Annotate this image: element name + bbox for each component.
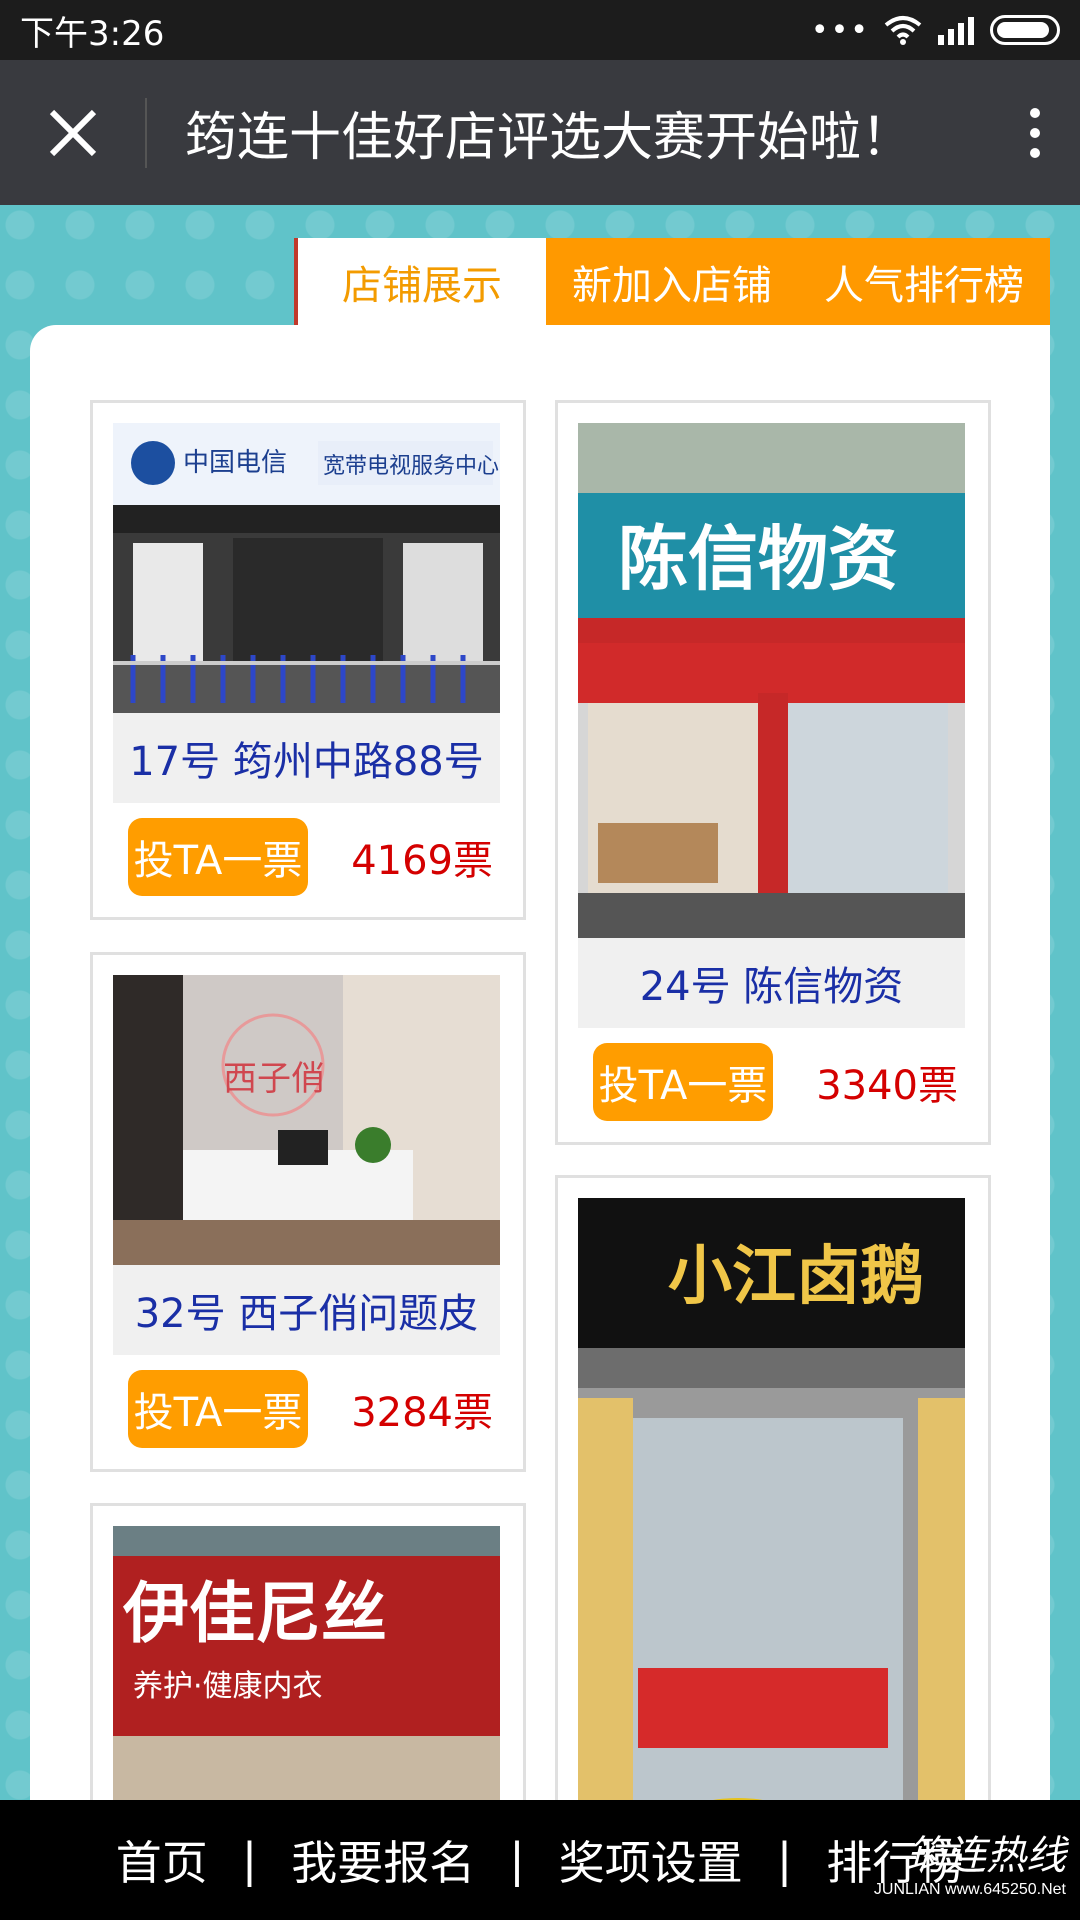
store-photo[interactable]: 陈信物资 bbox=[578, 423, 965, 938]
tab-bar: 店铺展示 新加入店铺 人气排行榜 bbox=[294, 238, 1050, 325]
svg-text:养护·健康内衣: 养护·健康内衣 bbox=[133, 1669, 323, 1704]
store-card[interactable]: 中国电信 宽带电视服务中心 17号 筠州中路88号 投TA一票 4169票 bbox=[90, 400, 526, 920]
more-vertical-icon bbox=[1030, 107, 1040, 118]
svg-text:伊佳尼丝: 伊佳尼丝 bbox=[122, 1575, 387, 1652]
store-caption[interactable]: 17号 筠州中路88号 bbox=[113, 713, 500, 803]
nav-separator: | bbox=[776, 1833, 793, 1887]
store-card[interactable]: 西子俏 32号 西子俏问题皮 投TA一票 3284票 bbox=[90, 952, 526, 1472]
wifi-icon bbox=[884, 16, 922, 45]
store-photo[interactable]: 小江卤鹅 bbox=[578, 1198, 965, 1800]
nav-separator: | bbox=[241, 1833, 258, 1887]
notification-dots-icon: ••• bbox=[810, 12, 870, 48]
store-card[interactable]: 小江卤鹅 bbox=[555, 1175, 991, 1800]
title-bar: 筠连十佳好店评选大赛开始啦！ bbox=[0, 60, 1080, 205]
svg-text:西子俏: 西子俏 bbox=[223, 1059, 325, 1099]
close-icon bbox=[49, 109, 96, 156]
store-caption[interactable]: 32号 西子俏问题皮 bbox=[113, 1265, 500, 1355]
vote-count: 3340票 bbox=[816, 1063, 958, 1109]
tab-new-stores[interactable]: 新加入店铺 bbox=[546, 238, 798, 325]
more-menu-button[interactable] bbox=[990, 60, 1080, 205]
page-title: 筠连十佳好店评选大赛开始啦！ bbox=[185, 108, 914, 168]
close-button[interactable] bbox=[0, 60, 145, 205]
nav-home[interactable]: 首页 bbox=[92, 1827, 232, 1893]
watermark-url: www.645250.Net bbox=[945, 1881, 1066, 1898]
store-caption[interactable]: 24号 陈信物资 bbox=[578, 938, 965, 1028]
signal-icon bbox=[938, 17, 974, 45]
vote-button[interactable]: 投TA一票 bbox=[593, 1043, 773, 1121]
store-photo[interactable]: 中国电信 宽带电视服务中心 bbox=[113, 423, 500, 713]
store-photo[interactable]: 伊佳尼丝 养护·健康内衣 bbox=[113, 1526, 500, 1800]
nav-register[interactable]: 我要报名 bbox=[267, 1827, 499, 1893]
vote-count: 4169票 bbox=[351, 838, 493, 884]
svg-text:宽带电视服务中心: 宽带电视服务中心 bbox=[323, 454, 499, 479]
nav-awards[interactable]: 奖项设置 bbox=[535, 1827, 767, 1893]
svg-text:中国电信: 中国电信 bbox=[183, 448, 287, 478]
store-card[interactable]: 伊佳尼丝 养护·健康内衣 bbox=[90, 1503, 526, 1800]
vote-count: 3284票 bbox=[351, 1390, 493, 1436]
store-card[interactable]: 陈信物资 24号 陈信物资 投TA一票 3340票 bbox=[555, 400, 991, 1145]
tab-store-display[interactable]: 店铺展示 bbox=[294, 238, 546, 325]
battery-icon bbox=[990, 15, 1060, 45]
watermark-sub: JUNLIAN bbox=[873, 1881, 941, 1898]
status-bar: 下午3:26 ••• bbox=[0, 0, 1080, 60]
svg-text:小江卤鹅: 小江卤鹅 bbox=[668, 1239, 924, 1314]
nav-separator: | bbox=[509, 1833, 525, 1887]
svg-text:陈信物资: 陈信物资 bbox=[618, 518, 898, 600]
tab-popularity-ranking[interactable]: 人气排行榜 bbox=[798, 238, 1050, 325]
watermark-logo: 筠连热线 JUNLIAN www.645250.Net bbox=[874, 1836, 1066, 1898]
store-photo[interactable]: 西子俏 bbox=[113, 975, 500, 1265]
status-icons: ••• bbox=[811, 13, 1060, 48]
watermark-text: 筠连热线 bbox=[906, 1833, 1066, 1879]
vote-button[interactable]: 投TA一票 bbox=[128, 1370, 308, 1448]
status-time: 下午3:26 bbox=[20, 13, 165, 54]
store-grid-panel: 中国电信 宽带电视服务中心 17号 筠州中路88号 投TA一票 4169票 陈信… bbox=[30, 325, 1050, 1800]
vote-button[interactable]: 投TA一票 bbox=[128, 818, 308, 896]
